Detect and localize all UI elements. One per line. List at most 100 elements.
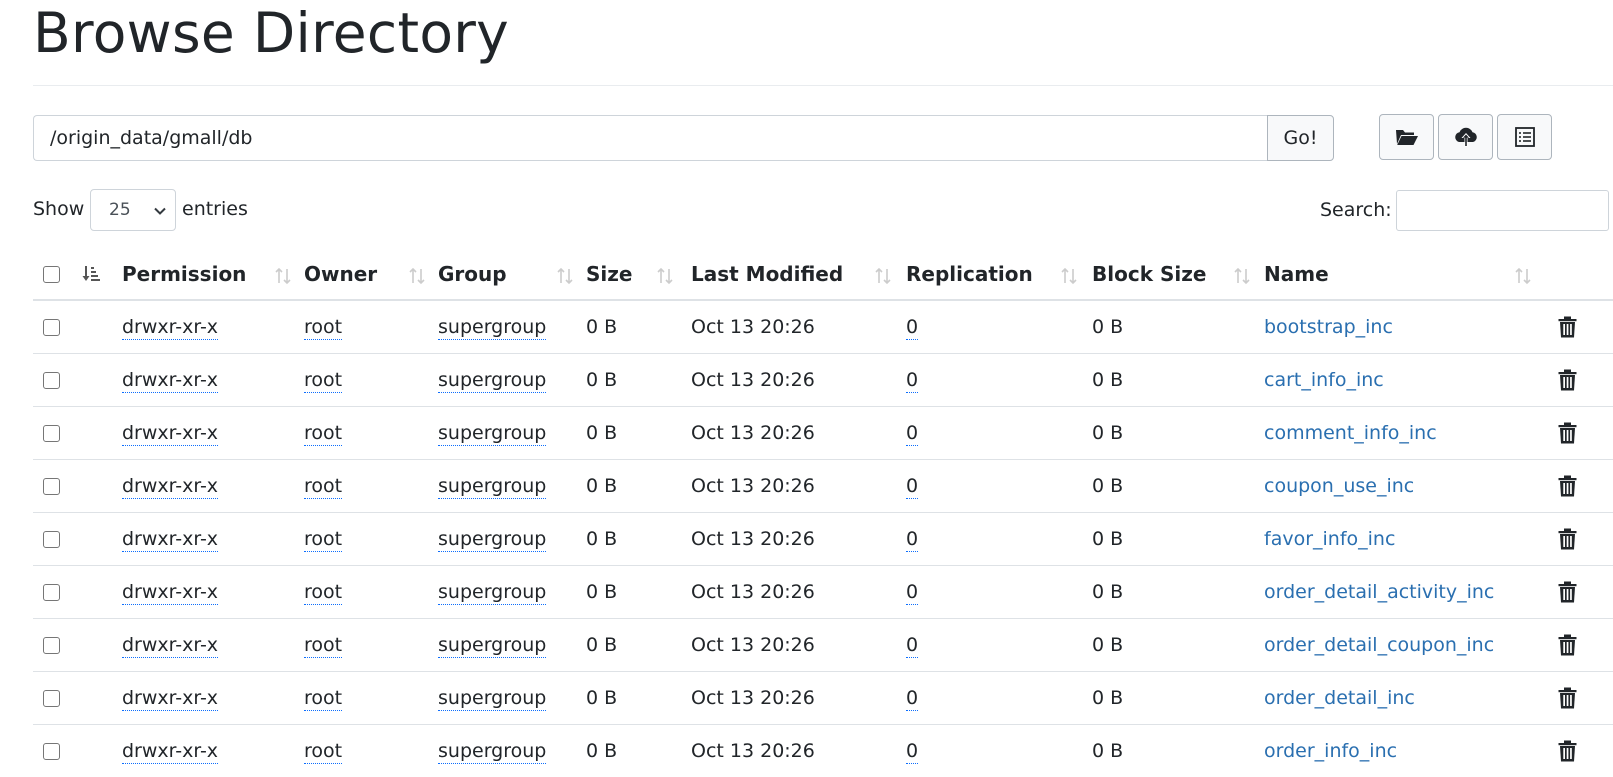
block-size-cell: 0 B xyxy=(1092,581,1123,603)
row-checkbox[interactable] xyxy=(43,478,60,495)
cloud-upload-icon xyxy=(1453,126,1479,148)
permission-cell: drwxr-xr-x xyxy=(122,581,218,605)
go-button[interactable]: Go! xyxy=(1267,115,1334,161)
block-size-cell: 0 B xyxy=(1092,316,1123,338)
last-modified-header[interactable]: Last Modified xyxy=(691,249,906,300)
directory-name-link[interactable]: cart_info_inc xyxy=(1264,369,1384,391)
group-cell: supergroup xyxy=(438,740,546,764)
size-cell: 0 B xyxy=(586,740,617,762)
list-view-button[interactable] xyxy=(1497,114,1552,160)
last-modified-cell: Oct 13 20:26 xyxy=(691,422,815,444)
path-bar: Go! xyxy=(33,115,1334,161)
directory-name-link[interactable]: favor_info_inc xyxy=(1264,528,1395,550)
block-size-cell: 0 B xyxy=(1092,687,1123,709)
directory-table: Permission Owner Group Size Last Modifie… xyxy=(33,249,1613,777)
row-checkbox[interactable] xyxy=(43,372,60,389)
actions-header xyxy=(1544,249,1613,300)
group-cell: supergroup xyxy=(438,369,546,393)
page-length-select[interactable]: 25 xyxy=(90,189,176,231)
sort-icon xyxy=(874,266,892,290)
directory-name-link[interactable]: bootstrap_inc xyxy=(1264,316,1393,338)
block-size-cell: 0 B xyxy=(1092,475,1123,497)
size-cell: 0 B xyxy=(586,316,617,338)
row-checkbox[interactable] xyxy=(43,531,60,548)
sort-icon xyxy=(1060,266,1078,290)
page-title: Browse Directory xyxy=(33,0,509,66)
default-sort-header[interactable] xyxy=(71,249,122,300)
trash-icon[interactable] xyxy=(1558,475,1613,497)
folder-open-icon xyxy=(1395,127,1419,147)
replication-header[interactable]: Replication xyxy=(906,249,1092,300)
replication-cell: 0 xyxy=(906,634,918,658)
permission-cell: drwxr-xr-x xyxy=(122,316,218,340)
last-modified-cell: Oct 13 20:26 xyxy=(691,687,815,709)
size-cell: 0 B xyxy=(586,369,617,391)
size-cell: 0 B xyxy=(586,475,617,497)
trash-icon[interactable] xyxy=(1558,422,1613,444)
sort-icon xyxy=(656,266,674,290)
trash-icon[interactable] xyxy=(1558,687,1613,709)
table-row: drwxr-xr-x root supergroup 0 B Oct 13 20… xyxy=(33,460,1613,513)
name-header[interactable]: Name xyxy=(1264,249,1544,300)
block-size-cell: 0 B xyxy=(1092,740,1123,762)
search-label: Search: xyxy=(1320,198,1392,222)
table-row: drwxr-xr-x root supergroup 0 B Oct 13 20… xyxy=(33,407,1613,460)
replication-cell: 0 xyxy=(906,581,918,605)
permission-cell: drwxr-xr-x xyxy=(122,740,218,764)
directory-path-input[interactable] xyxy=(33,115,1267,161)
permission-header[interactable]: Permission xyxy=(122,249,304,300)
row-checkbox[interactable] xyxy=(43,690,60,707)
owner-cell: root xyxy=(304,581,342,605)
group-cell: supergroup xyxy=(438,634,546,658)
group-cell: supergroup xyxy=(438,687,546,711)
replication-cell: 0 xyxy=(906,740,918,764)
last-modified-cell: Oct 13 20:26 xyxy=(691,475,815,497)
permission-cell: drwxr-xr-x xyxy=(122,687,218,711)
block-size-header[interactable]: Block Size xyxy=(1092,249,1264,300)
chevron-down-icon xyxy=(153,203,167,223)
directory-name-link[interactable]: order_detail_activity_inc xyxy=(1264,581,1494,603)
page-length-value: 25 xyxy=(109,200,131,220)
size-cell: 0 B xyxy=(586,634,617,656)
sort-icon xyxy=(1233,266,1251,290)
trash-icon[interactable] xyxy=(1558,369,1613,391)
directory-name-link[interactable]: order_detail_coupon_inc xyxy=(1264,634,1494,656)
replication-cell: 0 xyxy=(906,528,918,552)
table-row: drwxr-xr-x root supergroup 0 B Oct 13 20… xyxy=(33,725,1613,777)
trash-icon[interactable] xyxy=(1558,528,1613,550)
owner-header[interactable]: Owner xyxy=(304,249,438,300)
group-header[interactable]: Group xyxy=(438,249,586,300)
block-size-cell: 0 B xyxy=(1092,369,1123,391)
sort-amount-down-icon xyxy=(81,264,101,289)
sort-icon xyxy=(274,266,292,290)
row-checkbox[interactable] xyxy=(43,319,60,336)
size-header[interactable]: Size xyxy=(586,249,691,300)
trash-icon[interactable] xyxy=(1558,634,1613,656)
directory-name-link[interactable]: order_info_inc xyxy=(1264,740,1397,762)
permission-cell: drwxr-xr-x xyxy=(122,369,218,393)
select-all-checkbox[interactable] xyxy=(43,266,60,283)
trash-icon[interactable] xyxy=(1558,581,1613,603)
owner-cell: root xyxy=(304,740,342,764)
directory-name-link[interactable]: order_detail_inc xyxy=(1264,687,1415,709)
trash-icon[interactable] xyxy=(1558,316,1613,338)
upload-files-button[interactable] xyxy=(1438,114,1493,160)
permission-cell: drwxr-xr-x xyxy=(122,475,218,499)
trash-icon[interactable] xyxy=(1558,740,1613,762)
sort-icon xyxy=(556,266,574,290)
table-row: drwxr-xr-x root supergroup 0 B Oct 13 20… xyxy=(33,300,1613,354)
row-checkbox[interactable] xyxy=(43,743,60,760)
directory-name-link[interactable]: comment_info_inc xyxy=(1264,422,1437,444)
permission-cell: drwxr-xr-x xyxy=(122,528,218,552)
list-icon xyxy=(1514,126,1536,148)
row-checkbox[interactable] xyxy=(43,584,60,601)
search-input[interactable] xyxy=(1396,190,1609,231)
sort-icon xyxy=(408,266,426,290)
create-directory-button[interactable] xyxy=(1379,114,1434,160)
row-checkbox[interactable] xyxy=(43,637,60,654)
row-checkbox[interactable] xyxy=(43,425,60,442)
owner-cell: root xyxy=(304,369,342,393)
owner-cell: root xyxy=(304,528,342,552)
directory-name-link[interactable]: coupon_use_inc xyxy=(1264,475,1414,497)
group-cell: supergroup xyxy=(438,316,546,340)
